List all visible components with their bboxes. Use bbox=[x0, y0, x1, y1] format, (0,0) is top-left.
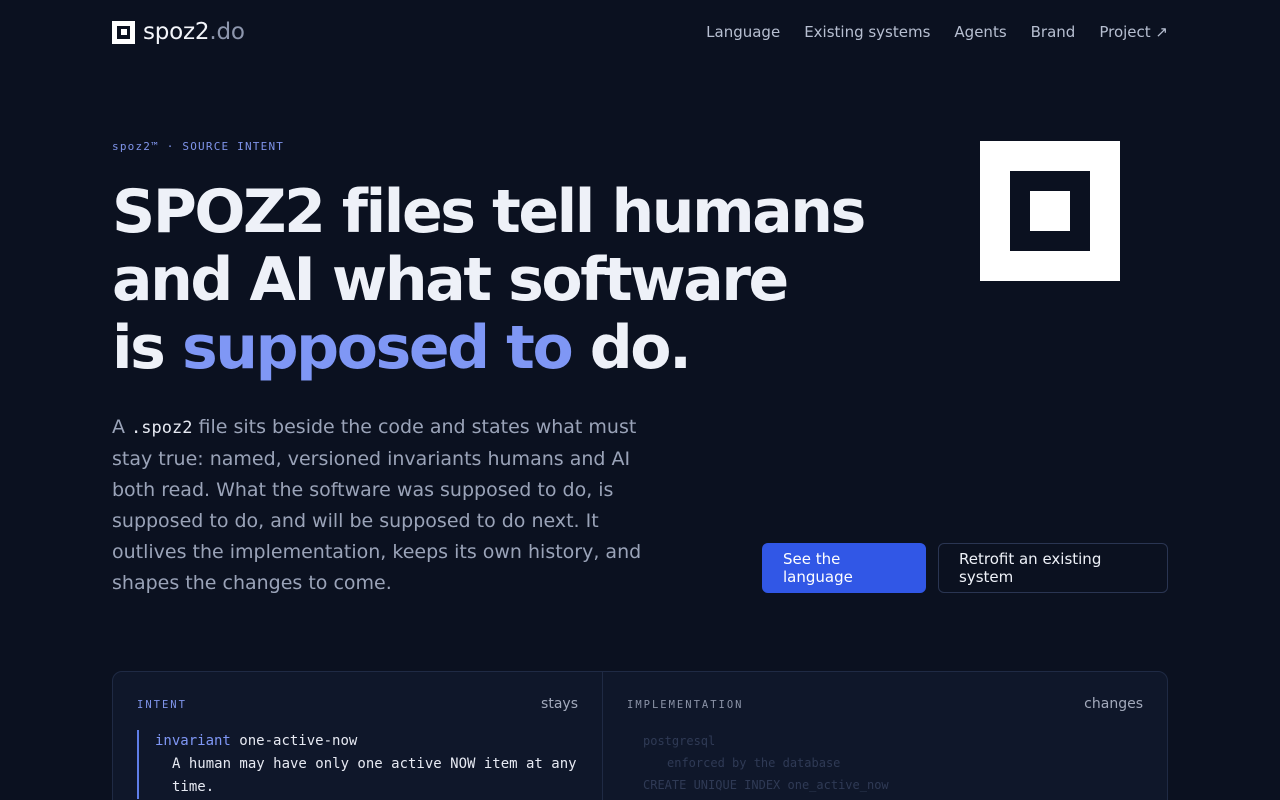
brand-name: spoz2 bbox=[143, 19, 210, 45]
nav-links: Language Existing systems Agents Brand P… bbox=[706, 23, 1168, 41]
nav-link-existing-systems[interactable]: Existing systems bbox=[804, 23, 930, 41]
nav-link-agents[interactable]: Agents bbox=[954, 23, 1006, 41]
invariant-code-block: invariant one-active-now A human may hav… bbox=[137, 730, 578, 799]
invariant-keyword: invariant bbox=[155, 733, 231, 749]
invariant-name: one-active-now bbox=[239, 733, 358, 749]
intent-label: INTENT bbox=[137, 699, 187, 711]
hero-headline: SPOZ2 files tell humans and AI what soft… bbox=[112, 178, 912, 382]
intent-note: stays bbox=[541, 696, 578, 712]
intent-pane: INTENT stays invariant one-active-now A … bbox=[113, 672, 603, 800]
headline-accent: supposed to bbox=[181, 313, 574, 383]
hero-lede: A .spoz2 file sits beside the code and s… bbox=[112, 412, 642, 599]
headline-line-3-post: do. bbox=[571, 313, 692, 383]
impl-line-3: CREATE UNIQUE INDEX one_active_now bbox=[643, 778, 889, 792]
spoz2-large-logo-icon bbox=[980, 141, 1120, 281]
brand-tld: .do bbox=[209, 19, 245, 45]
spoz2-logo-icon bbox=[112, 20, 135, 44]
intent-implementation-panel: INTENT stays invariant one-active-now A … bbox=[112, 671, 1168, 800]
invariant-body-line-1: A human may have only one active NOW ite… bbox=[172, 756, 577, 772]
headline-line-3-pre: is bbox=[112, 313, 182, 383]
see-the-language-button[interactable]: See the language bbox=[762, 543, 926, 593]
lede-body: file sits beside the code and states wha… bbox=[112, 416, 642, 594]
impl-line-1: postgresql bbox=[643, 734, 716, 748]
implementation-note: changes bbox=[1084, 696, 1143, 712]
top-nav: spoz2.do Language Existing systems Agent… bbox=[112, 0, 1168, 64]
implementation-pane: IMPLEMENTATION changes postgresql enforc… bbox=[603, 672, 1167, 800]
lede-pre: A bbox=[112, 416, 132, 438]
nav-link-language[interactable]: Language bbox=[706, 23, 780, 41]
implementation-code-block: postgresql enforced by the database CREA… bbox=[627, 730, 1143, 796]
headline-line-1: SPOZ2 files tell humans bbox=[112, 177, 866, 247]
impl-line-2: enforced by the database bbox=[667, 756, 841, 770]
hero-eyebrow: spoz2™ · SOURCE INTENT bbox=[112, 140, 285, 153]
brand-logo-link[interactable]: spoz2.do bbox=[112, 19, 245, 45]
invariant-body-line-2: time. bbox=[172, 779, 215, 795]
hero-cta-row: See the language Retrofit an existing sy… bbox=[762, 543, 1168, 593]
brand-wordmark: spoz2.do bbox=[143, 19, 245, 45]
nav-link-brand[interactable]: Brand bbox=[1031, 23, 1076, 41]
implementation-label: IMPLEMENTATION bbox=[627, 699, 744, 711]
retrofit-existing-system-button[interactable]: Retrofit an existing system bbox=[938, 543, 1168, 593]
nav-link-project[interactable]: Project ↗ bbox=[1099, 23, 1168, 41]
lede-file-extension: .spoz2 bbox=[131, 418, 193, 438]
headline-line-2: and AI what software bbox=[112, 245, 789, 315]
